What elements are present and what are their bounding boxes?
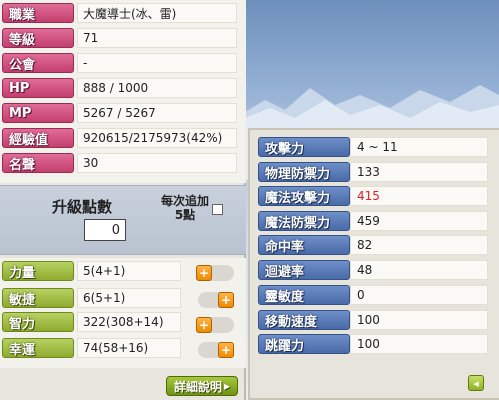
exp-label: 經驗值 — [2, 128, 74, 148]
mp-value: 5267 / 5267 — [77, 103, 237, 123]
luk-value: 74(58+16) — [77, 338, 181, 358]
ability-points-title: 升級點數 — [52, 198, 113, 216]
attack-value: 4 ~ 11 — [350, 137, 488, 157]
jump-label: 跳躍力 — [258, 334, 350, 354]
mp-label: MP — [2, 103, 74, 123]
hands-label: 靈敏度 — [258, 285, 350, 305]
stat-row-str: 力量 5(4+1) — [2, 260, 181, 282]
info-row-hp: HP 888 / 1000 — [2, 77, 237, 99]
speed-value: 100 — [350, 310, 488, 330]
info-row-job: 職業 大魔導士(冰、雷) — [2, 2, 237, 24]
detail-row-jump: 跳躍力 100 — [258, 333, 488, 355]
int-increase-button[interactable]: + — [196, 317, 212, 333]
str-value: 5(4+1) — [77, 261, 181, 281]
auto-assign-label: 每次追加5點 — [161, 194, 210, 222]
detail-row-accuracy: 命中率 82 — [258, 234, 488, 256]
accuracy-label: 命中率 — [258, 235, 350, 255]
weapon-def-value: 133 — [350, 162, 488, 182]
job-label: 職業 — [2, 3, 74, 23]
ability-points-section: 升級點數 0 每次追加5點 — [0, 185, 246, 255]
fame-value: 30 — [77, 153, 237, 173]
magic-def-label: 魔法防禦力 — [258, 211, 350, 231]
weapon-def-label: 物理防禦力 — [258, 162, 350, 182]
hp-value: 888 / 1000 — [77, 78, 237, 98]
attack-label: 攻擊力 — [258, 137, 350, 157]
stat-row-luk: 幸運 74(58+16) — [2, 337, 181, 359]
detail-button-label: 詳細說明 — [173, 379, 222, 394]
detail-row-speed: 移動速度 100 — [258, 309, 488, 331]
avoid-label: 迴避率 — [258, 260, 350, 280]
fame-label: 名聲 — [2, 153, 74, 173]
detail-row-magic-def: 魔法防禦力 459 — [258, 210, 488, 232]
dex-value: 6(5+1) — [77, 288, 181, 308]
magic-def-value: 459 — [350, 211, 488, 231]
level-label: 等級 — [2, 28, 74, 48]
accuracy-value: 82 — [350, 235, 488, 255]
arrow-left-icon: ◂ — [473, 376, 479, 390]
magic-attack-label: 魔法攻擊力 — [258, 186, 350, 206]
character-info-section: 職業 大魔導士(冰、雷) 等級 71 公會 - HP 888 / 1000 MP… — [0, 0, 246, 183]
detail-button[interactable]: 詳細說明 ▸ — [166, 376, 238, 396]
info-row-fame: 名聲 30 — [2, 152, 237, 174]
detail-row-attack: 攻擊力 4 ~ 11 — [258, 136, 488, 158]
detail-stats-window: 攻擊力 4 ~ 11 物理防禦力 133 魔法攻擊力 415 魔法防禦力 459… — [248, 128, 499, 400]
collapse-detail-button[interactable]: ◂ — [468, 375, 484, 391]
stat-row-int: 智力 322(308+14) — [2, 311, 181, 333]
detail-row-avoid: 迴避率 48 — [258, 259, 488, 281]
int-value: 322(308+14) — [77, 312, 181, 332]
str-increase-button[interactable]: + — [196, 265, 212, 281]
detail-row-magic-attack: 魔法攻擊力 415 — [258, 185, 488, 207]
hp-label: HP — [2, 78, 74, 98]
info-row-exp: 經驗值 920615/2175973(42%) — [2, 127, 237, 149]
avoid-value: 48 — [350, 260, 488, 280]
guild-label: 公會 — [2, 53, 74, 73]
speed-label: 移動速度 — [258, 310, 350, 330]
info-row-mp: MP 5267 / 5267 — [2, 102, 237, 124]
ability-points-value: 0 — [84, 219, 126, 241]
dex-increase-button[interactable]: + — [218, 292, 234, 308]
luk-increase-button[interactable]: + — [218, 342, 234, 358]
luk-label: 幸運 — [2, 338, 74, 358]
magic-attack-value: 415 — [350, 186, 488, 206]
exp-value: 920615/2175973(42%) — [77, 128, 237, 148]
info-row-guild: 公會 - — [2, 52, 237, 74]
detail-row-weapon-def: 物理防禦力 133 — [258, 161, 488, 183]
character-info-window: 職業 大魔導士(冰、雷) 等級 71 公會 - HP 888 / 1000 MP… — [0, 0, 246, 400]
level-value: 71 — [77, 28, 237, 48]
guild-value: - — [77, 53, 237, 73]
dex-label: 敏捷 — [2, 288, 74, 308]
detail-row-hands: 靈敏度 0 — [258, 284, 488, 306]
stat-row-dex: 敏捷 6(5+1) — [2, 287, 181, 309]
int-label: 智力 — [2, 312, 74, 332]
jump-value: 100 — [350, 334, 488, 354]
hands-value: 0 — [350, 285, 488, 305]
job-value: 大魔導士(冰、雷) — [77, 3, 237, 23]
auto-assign-checkbox[interactable] — [212, 204, 223, 215]
str-label: 力量 — [2, 261, 74, 281]
arrow-right-icon: ▸ — [223, 379, 231, 393]
info-row-level: 等級 71 — [2, 27, 237, 49]
